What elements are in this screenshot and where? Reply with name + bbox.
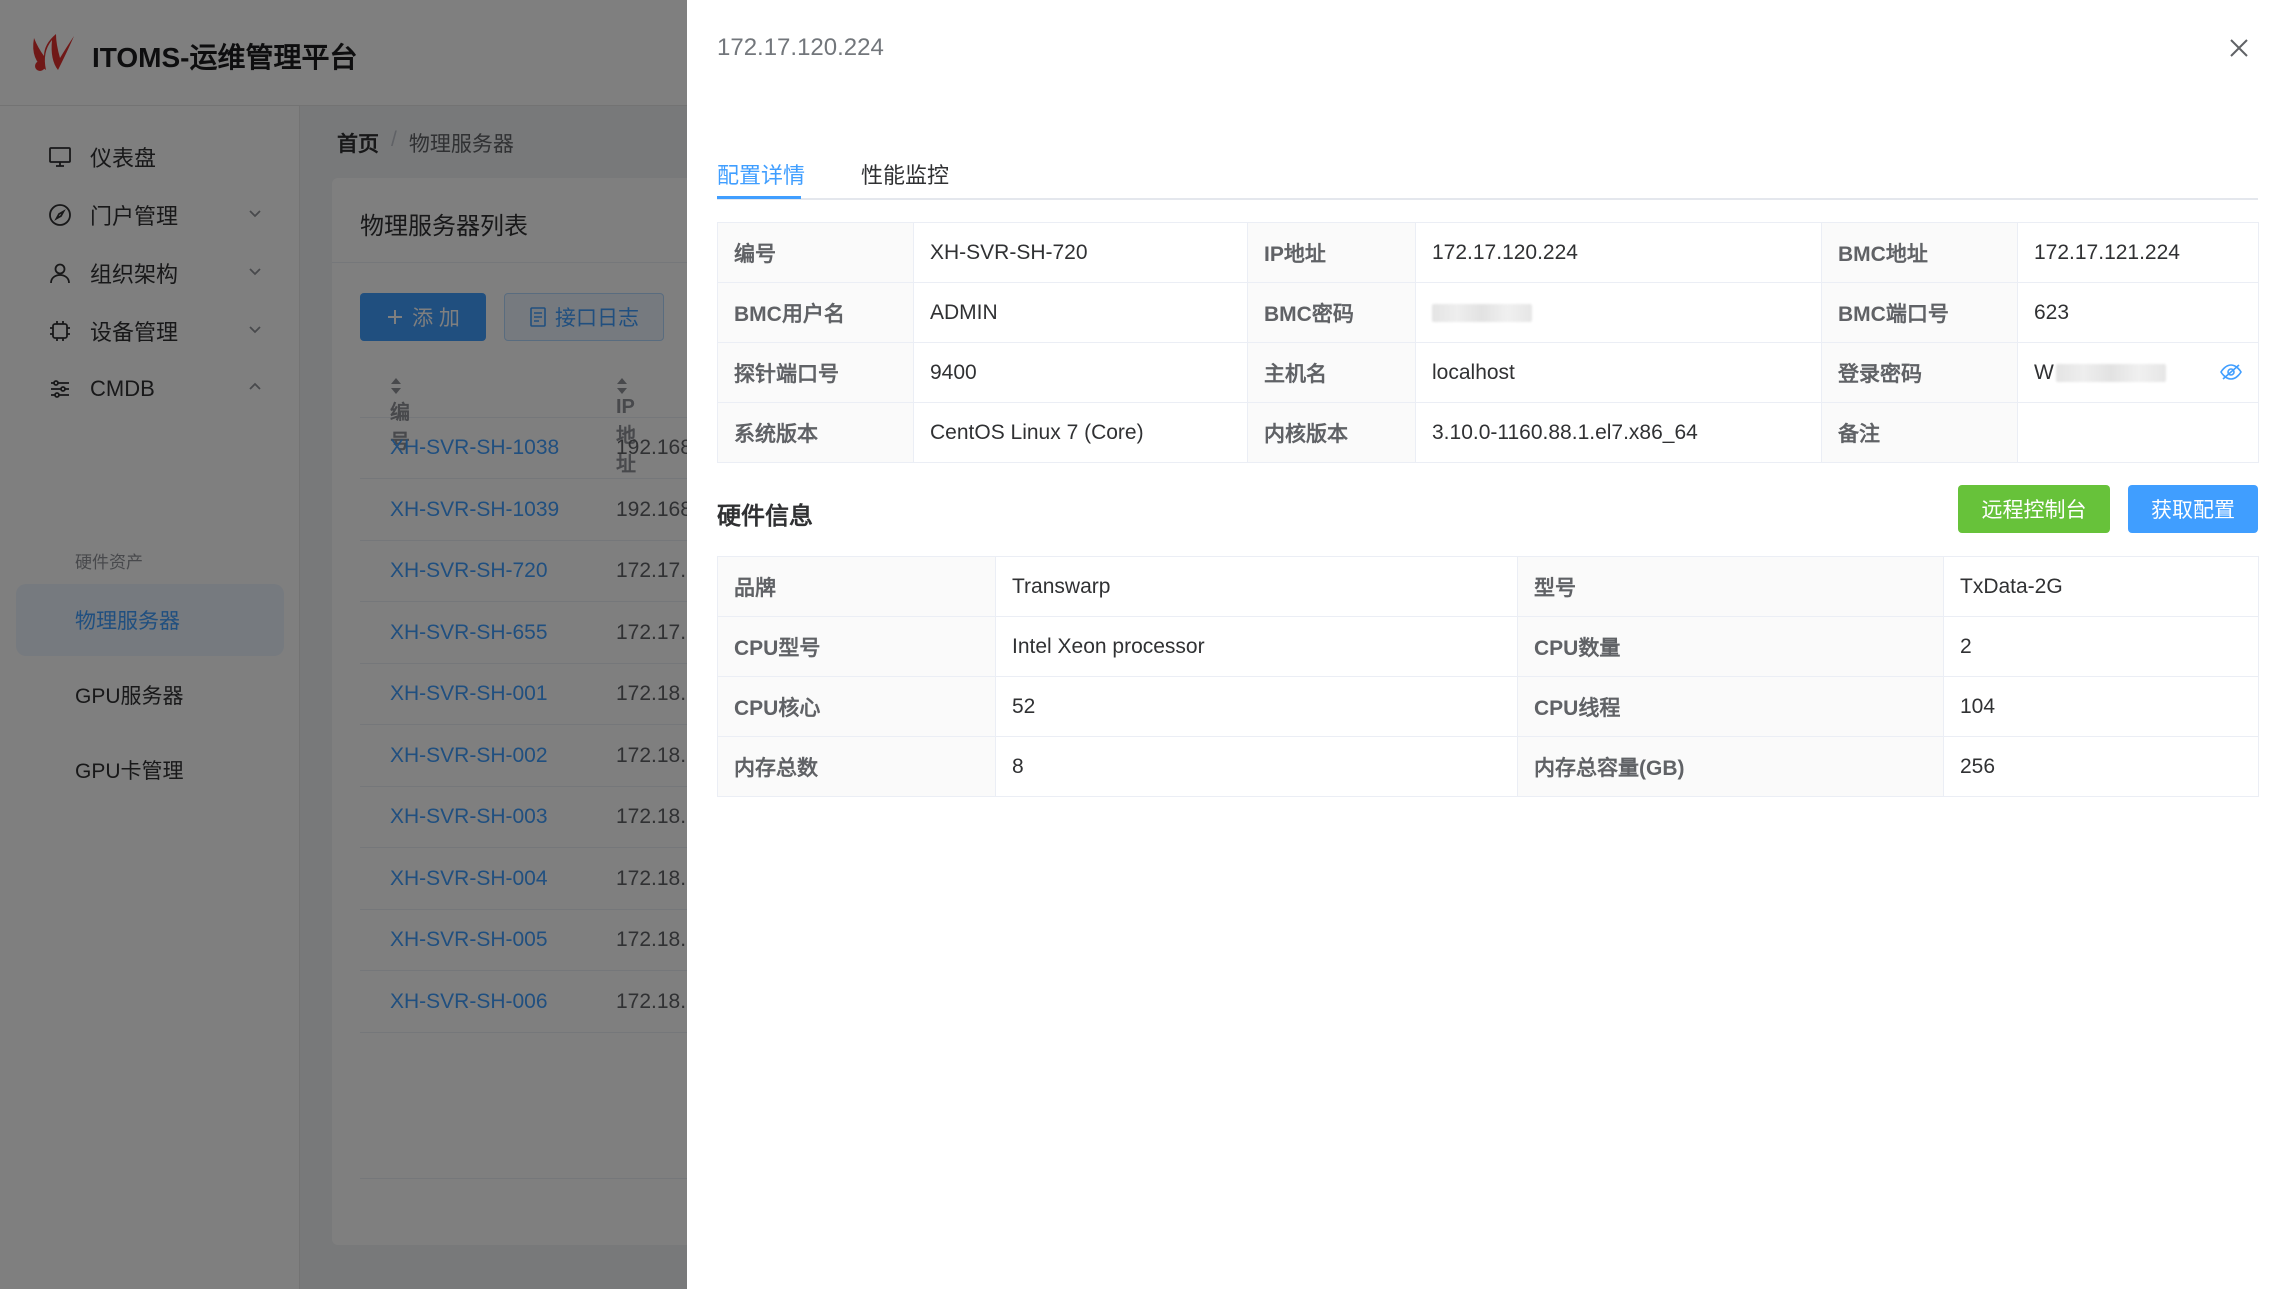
fetch-config-button[interactable]: 获取配置 <box>2128 485 2258 533</box>
label-cpu-threads: CPU线程 <box>1517 676 1944 737</box>
detail-tabs: 配置详情 性能监控 <box>717 140 2258 200</box>
value-remark <box>2017 402 2259 463</box>
value-bmc-password <box>1415 282 1822 343</box>
value-os-version: CentOS Linux 7 (Core) <box>913 402 1248 463</box>
label-os-version: 系统版本 <box>717 402 914 463</box>
hardware-section-title: 硬件信息 <box>717 503 813 530</box>
table-row: 编号 XH-SVR-SH-720 IP地址 172.17.120.224 BMC… <box>717 222 2259 283</box>
value-brand: Transwarp <box>995 556 1518 617</box>
close-icon <box>2230 39 2248 57</box>
label-cpu-cores: CPU核心 <box>717 676 996 737</box>
value-bmc-ip: 172.17.121.224 <box>2017 222 2259 283</box>
config-table: 编号 XH-SVR-SH-720 IP地址 172.17.120.224 BMC… <box>717 222 2259 463</box>
value-memory-count: 8 <box>995 736 1518 797</box>
value-model: TxData-2G <box>1943 556 2259 617</box>
server-detail-drawer: 172.17.120.224 配置详情 性能监控 编号 XH-SVR-SH-72… <box>687 0 2289 1289</box>
label-memory-count: 内存总数 <box>717 736 996 797</box>
value-cpu-threads: 104 <box>1943 676 2259 737</box>
drawer-title: 172.17.120.224 <box>717 34 884 61</box>
label-remark: 备注 <box>1821 402 2018 463</box>
table-row: BMC用户名 ADMIN BMC密码 BMC端口号 623 <box>717 282 2259 343</box>
blurred-password <box>1432 303 1532 322</box>
label-ip: IP地址 <box>1247 222 1416 283</box>
label-brand: 品牌 <box>717 556 996 617</box>
label-bmc-user: BMC用户名 <box>717 282 914 343</box>
table-row: 内存总数 8 内存总容量(GB) 256 <box>717 736 2259 797</box>
value-bmc-port: 623 <box>2017 282 2259 343</box>
value-cpu-cores: 52 <box>995 676 1518 737</box>
active-tab-indicator <box>717 196 801 199</box>
value-login-password: W <box>2017 342 2259 403</box>
table-row: 探针端口号 9400 主机名 localhost 登录密码 W <box>717 342 2259 403</box>
tab-config-details[interactable]: 配置详情 <box>717 158 805 190</box>
password-prefix: W <box>2034 360 2054 384</box>
table-row: 系统版本 CentOS Linux 7 (Core) 内核版本 3.10.0-1… <box>717 402 2259 463</box>
label-cpu-count: CPU数量 <box>1517 616 1944 677</box>
label-bmc-ip: BMC地址 <box>1821 222 2018 283</box>
label-cpu-model: CPU型号 <box>717 616 996 677</box>
label-hostname: 主机名 <box>1247 342 1416 403</box>
value-bmc-user: ADMIN <box>913 282 1248 343</box>
label-bmc-port: BMC端口号 <box>1821 282 2018 343</box>
hardware-table: 品牌 Transwarp 型号 TxData-2G CPU型号 Intel Xe… <box>717 556 2259 797</box>
blurred-password <box>2055 363 2166 382</box>
label-bmc-password: BMC密码 <box>1247 282 1416 343</box>
table-row: 品牌 Transwarp 型号 TxData-2G <box>717 556 2259 617</box>
label-id: 编号 <box>717 222 914 283</box>
value-kernel-version: 3.10.0-1160.88.1.el7.x86_64 <box>1415 402 1822 463</box>
value-hostname: localhost <box>1415 342 1822 403</box>
value-id: XH-SVR-SH-720 <box>913 222 1248 283</box>
remote-console-button[interactable]: 远程控制台 <box>1958 485 2110 533</box>
label-memory-capacity: 内存总容量(GB) <box>1517 736 1944 797</box>
label-model: 型号 <box>1517 556 1944 617</box>
label-kernel-version: 内核版本 <box>1247 402 1416 463</box>
label-login-password: 登录密码 <box>1821 342 2018 403</box>
table-row: CPU型号 Intel Xeon processor CPU数量 2 <box>717 616 2259 677</box>
value-ip: 172.17.120.224 <box>1415 222 1822 283</box>
close-button[interactable] <box>2225 34 2253 62</box>
table-row: CPU核心 52 CPU线程 104 <box>717 676 2259 737</box>
label-probe-port: 探针端口号 <box>717 342 914 403</box>
value-probe-port: 9400 <box>913 342 1248 403</box>
value-cpu-model: Intel Xeon processor <box>995 616 1518 677</box>
tab-performance-monitor[interactable]: 性能监控 <box>861 158 949 190</box>
value-cpu-count: 2 <box>1943 616 2259 677</box>
eye-off-icon[interactable] <box>2220 363 2242 381</box>
value-memory-capacity: 256 <box>1943 736 2259 797</box>
